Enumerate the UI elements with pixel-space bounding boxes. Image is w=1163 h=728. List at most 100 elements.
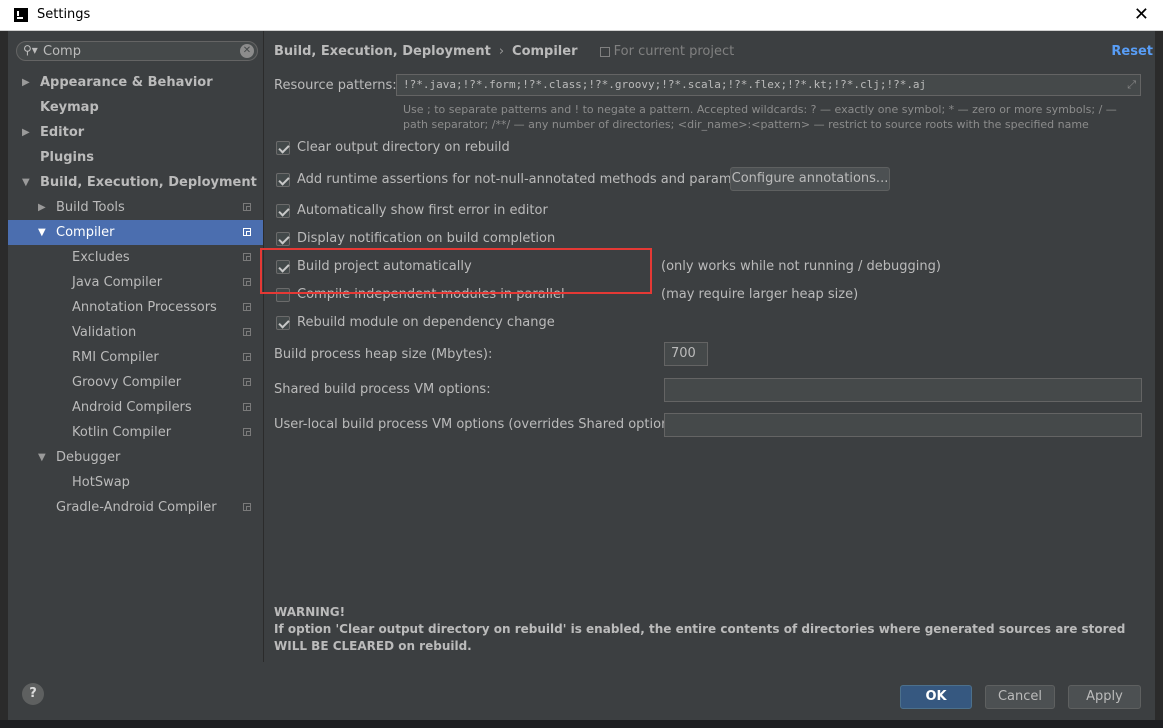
tree-item-label: HotSwap <box>72 475 130 490</box>
compile-parallel-note: (may require larger heap size) <box>661 287 859 302</box>
tree-item-label: Compiler <box>56 225 115 240</box>
tree-item-gradle-android-compiler[interactable]: Gradle-Android Compiler <box>8 495 263 520</box>
settings-search[interactable]: ⚲▾ ✕ <box>16 41 258 61</box>
collapse-arrow-icon[interactable]: ▼ <box>38 220 46 245</box>
collapse-arrow-icon[interactable]: ▼ <box>22 170 30 195</box>
tree-item-compiler[interactable]: ▼ Compiler <box>8 220 263 245</box>
tree-item-annotation-processors[interactable]: Annotation Processors <box>8 295 263 320</box>
breadcrumb-part: Build, Execution, Deployment <box>274 44 491 59</box>
option-label: Clear output directory on rebuild <box>297 140 510 155</box>
project-scope-icon <box>243 353 251 361</box>
clear-output-checkbox[interactable] <box>276 141 290 155</box>
project-scope-icon <box>243 503 251 511</box>
tree-item-appearance[interactable]: ▶ Appearance & Behavior <box>8 70 263 95</box>
project-scope-icon <box>243 253 251 261</box>
search-input[interactable] <box>43 43 233 59</box>
tree-item-label: Gradle-Android Compiler <box>56 500 217 515</box>
warning-title: WARNING! <box>274 605 346 619</box>
tree-item-label: Kotlin Compiler <box>72 425 172 440</box>
tree-item-kotlin-compiler[interactable]: Kotlin Compiler <box>8 420 263 445</box>
tree-item-label: RMI Compiler <box>72 350 159 365</box>
help-button[interactable]: ? <box>22 683 44 705</box>
tree-item-android-compilers[interactable]: Android Compilers <box>8 395 263 420</box>
window-title: Settings <box>37 7 91 22</box>
resource-patterns-value: !?*.java;!?*.form;!?*.class;!?*.groovy;!… <box>403 78 927 91</box>
warning-text: If option 'Clear output directory on reb… <box>274 622 1126 653</box>
project-scope-icon <box>599 46 610 57</box>
runtime-assertions-checkbox[interactable] <box>276 173 290 187</box>
option-label: Display notification on build completion <box>297 231 556 246</box>
project-scope-icon <box>243 378 251 386</box>
cancel-button[interactable]: Cancel <box>985 685 1055 709</box>
tree-item-validation[interactable]: Validation <box>8 320 263 345</box>
breadcrumb-part: Compiler <box>512 44 578 59</box>
tree-item-hotswap[interactable]: HotSwap <box>8 470 263 495</box>
project-scope-icon <box>243 278 251 286</box>
expand-arrow-icon[interactable]: ▶ <box>38 195 46 220</box>
close-icon[interactable]: ✕ <box>1134 4 1149 25</box>
settings-tree: ▶ Appearance & Behavior Keymap ▶ Editor … <box>8 70 263 520</box>
warning-message: WARNING! If option 'Clear output directo… <box>274 604 1134 655</box>
tree-item-label: Groovy Compiler <box>72 375 182 390</box>
project-scope-icon <box>243 428 251 436</box>
heap-size-label: Build process heap size (Mbytes): <box>274 347 493 362</box>
tree-item-keymap[interactable]: Keymap <box>8 95 263 120</box>
user-vm-input[interactable] <box>664 413 1142 437</box>
ok-button[interactable]: OK <box>900 685 972 709</box>
left-edge <box>0 31 8 721</box>
tree-item-debugger[interactable]: ▼ Debugger <box>8 445 263 470</box>
compile-parallel-checkbox[interactable] <box>276 288 290 302</box>
intellij-app-icon <box>14 8 28 22</box>
tree-item-label: Editor <box>40 125 85 140</box>
tree-item-plugins[interactable]: Plugins <box>8 145 263 170</box>
notify-completion-checkbox[interactable] <box>276 232 290 246</box>
resource-patterns-label: Resource patterns: <box>274 78 397 93</box>
tree-item-editor[interactable]: ▶ Editor <box>8 120 263 145</box>
user-vm-label: User-local build process VM options (ove… <box>274 417 686 432</box>
shared-vm-input[interactable] <box>664 378 1142 402</box>
resource-patterns-hint: Use ; to separate patterns and ! to nega… <box>403 103 1117 131</box>
project-scope-icon <box>243 228 251 236</box>
expand-arrow-icon[interactable]: ▶ <box>22 120 30 145</box>
tree-item-groovy-compiler[interactable]: Groovy Compiler <box>8 370 263 395</box>
tree-item-label: Validation <box>72 325 137 340</box>
scope-text: For current project <box>613 44 735 59</box>
tree-item-label: Excludes <box>72 250 130 265</box>
collapse-arrow-icon[interactable]: ▼ <box>38 445 46 470</box>
breadcrumb: Build, Execution, Deployment › Compiler Fo… <box>274 44 734 59</box>
tree-item-excludes[interactable]: Excludes <box>8 245 263 270</box>
settings-window: Settings ✕ ⚲▾ ✕ ▶ Appearance & Behavior … <box>0 0 1163 728</box>
tree-item-label: Android Compilers <box>72 400 192 415</box>
heap-size-input[interactable]: 700 <box>664 342 708 366</box>
expand-arrow-icon[interactable]: ▶ <box>22 70 30 95</box>
reset-link[interactable]: Reset <box>1111 44 1153 59</box>
search-icon: ⚲▾ <box>23 43 38 57</box>
tree-item-rmi-compiler[interactable]: RMI Compiler <box>8 345 263 370</box>
expand-icon[interactable]: ⤢ <box>1127 78 1136 92</box>
build-automatically-note: (only works while not running / debuggin… <box>661 259 941 274</box>
tree-item-label: Java Compiler <box>72 275 163 290</box>
apply-button[interactable]: Apply <box>1068 685 1141 709</box>
show-first-error-checkbox[interactable] <box>276 204 290 218</box>
breadcrumb-separator: › <box>498 44 505 59</box>
bottom-edge <box>0 720 1163 728</box>
scope-label: For current project <box>599 44 735 59</box>
project-scope-icon <box>243 303 251 311</box>
project-scope-icon <box>243 403 251 411</box>
tree-item-label: Build Tools <box>56 200 125 215</box>
option-label: Add runtime assertions for not-null-anno… <box>297 172 765 187</box>
tree-item-build-tools[interactable]: ▶ Build Tools <box>8 195 263 220</box>
option-label: Build project automatically <box>297 259 472 274</box>
resource-patterns-field[interactable]: !?*.java;!?*.form;!?*.class;!?*.groovy;!… <box>396 74 1141 96</box>
tree-item-label: Keymap <box>40 100 99 115</box>
build-automatically-checkbox[interactable] <box>276 260 290 274</box>
settings-sidebar: ⚲▾ ✕ ▶ Appearance & Behavior Keymap ▶ Ed… <box>8 31 264 662</box>
clear-search-icon[interactable]: ✕ <box>240 44 254 58</box>
rebuild-dependency-checkbox[interactable] <box>276 316 290 330</box>
configure-annotations-button[interactable]: Configure annotations... <box>730 167 890 191</box>
tree-item-build-execution-deployment[interactable]: ▼ Build, Execution, Deployment <box>8 170 263 195</box>
dialog-footer: ? OK Cancel Apply <box>8 662 1155 720</box>
project-scope-icon <box>243 203 251 211</box>
tree-item-java-compiler[interactable]: Java Compiler <box>8 270 263 295</box>
tree-item-label: Appearance & Behavior <box>40 75 213 90</box>
